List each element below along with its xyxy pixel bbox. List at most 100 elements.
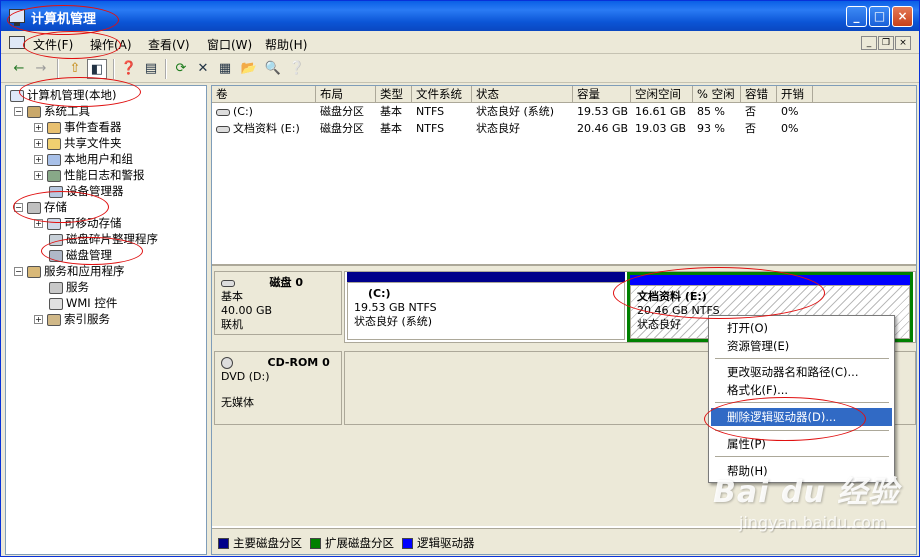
layout-cell: 磁盘分区: [320, 105, 364, 118]
mdi-close-button[interactable]: ×: [895, 36, 911, 50]
menu-open[interactable]: 打开(O): [711, 319, 892, 337]
menu-delete-logical-drive[interactable]: 删除逻辑驱动器(D)...: [711, 408, 892, 426]
expand-icon[interactable]: +: [34, 219, 43, 228]
close-button[interactable]: ×: [892, 6, 913, 27]
expand-icon[interactable]: +: [34, 171, 43, 180]
forward-icon[interactable]: →: [31, 59, 51, 79]
refresh-icon[interactable]: ⟳: [171, 59, 191, 79]
menu-separator: [715, 358, 889, 359]
toolbar-separator: [113, 59, 115, 79]
show-tree-icon[interactable]: ◧: [87, 59, 107, 79]
open-icon[interactable]: 📂: [239, 59, 259, 79]
tree-item-performance-logs[interactable]: + 性能日志和警报: [34, 167, 145, 183]
maximize-button[interactable]: □: [869, 6, 890, 27]
legend-primary: 主要磁盘分区: [218, 535, 302, 551]
tree-item-removable-storage[interactable]: + 可移动存储: [34, 215, 122, 231]
minimize-button[interactable]: _: [846, 6, 867, 27]
export-list-icon[interactable]: ▤: [141, 59, 161, 79]
col-status[interactable]: 状态: [472, 86, 573, 103]
col-fault-tolerance[interactable]: 容错: [741, 86, 777, 103]
computer-management-window: 计算机管理 _ □ × 文件(F) 操作(A) 查看(V) 窗口(W) 帮助(H…: [0, 0, 920, 557]
col-layout[interactable]: 布局: [316, 86, 376, 103]
menu-action[interactable]: 操作(A): [90, 36, 132, 53]
col-type[interactable]: 类型: [376, 86, 412, 103]
menu-properties[interactable]: 属性(P): [711, 435, 892, 453]
volume-row[interactable]: 文档资料 (E:) 磁盘分区 基本 NTFS 状态良好 20.46 GB 19.…: [212, 120, 916, 137]
col-free-space[interactable]: 空闲空间: [631, 86, 693, 103]
disk-0-status: 联机: [221, 318, 243, 331]
fault-tolerance-cell: 否: [745, 122, 756, 135]
menu-format[interactable]: 格式化(F)...: [711, 381, 892, 399]
mdi-restore-button[interactable]: ❐: [878, 36, 894, 50]
tree-item-event-viewer[interactable]: + 事件查看器: [34, 119, 122, 135]
percent-free-cell: 85 %: [697, 105, 725, 118]
legend-swatch: [310, 538, 321, 549]
toolbar-separator: [165, 59, 167, 79]
volume-list-header: 卷 布局 类型 文件系统 状态 容量 空闲空间 % 空闲 容错 开销: [212, 86, 916, 103]
col-capacity[interactable]: 容量: [573, 86, 631, 103]
context-menu: 打开(O) 资源管理(E) 更改驱动器名和路径(C)... 格式化(F)... …: [708, 315, 895, 483]
wmi-icon: [49, 297, 63, 310]
tree-item-disk-management[interactable]: 磁盘管理: [49, 247, 112, 263]
menu-view[interactable]: 查看(V): [148, 36, 190, 53]
gear-icon: [49, 281, 63, 294]
col-percent-free[interactable]: % 空闲: [693, 86, 741, 103]
title-bar[interactable]: 计算机管理 _ □ ×: [1, 1, 919, 31]
partition-c-size: 19.53 GB NTFS: [354, 301, 437, 314]
cdrom-0-label[interactable]: CD-ROM 0 DVD (D:) 无媒体: [214, 351, 342, 425]
collapse-icon[interactable]: −: [14, 203, 23, 212]
tree-item-system-tools[interactable]: − 系统工具: [14, 103, 90, 119]
disk-0-label[interactable]: 磁盘 0 基本 40.00 GB 联机: [214, 271, 342, 335]
toolbar: ← → ⇧ ◧ ❓ ▤ ⟳ ✕ ▦ 📂 🔍 ❔: [1, 55, 919, 83]
mmc-icon[interactable]: [9, 36, 25, 49]
expand-icon[interactable]: +: [34, 155, 43, 164]
menu-file[interactable]: 文件(F): [33, 36, 73, 53]
type-cell: 基本: [380, 122, 402, 135]
type-cell: 基本: [380, 105, 402, 118]
partition-c[interactable]: (C:) 19.53 GB NTFS 状态良好 (系统): [347, 272, 625, 340]
toolbar-separator: [57, 59, 59, 79]
properties-icon[interactable]: ❓: [119, 59, 139, 79]
tree-item-defragmenter[interactable]: 磁盘碎片整理程序: [49, 231, 158, 247]
menu-separator: [715, 402, 889, 403]
collapse-icon[interactable]: −: [14, 267, 23, 276]
menu-change-drive-letter[interactable]: 更改驱动器名和路径(C)...: [711, 363, 892, 381]
menu-window[interactable]: 窗口(W): [207, 36, 252, 53]
tree-item-root[interactable]: 计算机管理(本地): [10, 87, 116, 103]
menu-help[interactable]: 帮助(H): [265, 36, 307, 53]
partition-e-name: 文档资料 (E:): [637, 290, 707, 303]
mdi-minimize-button[interactable]: _: [861, 36, 877, 50]
fault-tolerance-cell: 否: [745, 105, 756, 118]
legend-logical: 逻辑驱动器: [402, 535, 475, 551]
delete-icon[interactable]: ✕: [193, 59, 213, 79]
col-volume[interactable]: 卷: [212, 86, 316, 103]
property-sheet-icon[interactable]: ▦: [215, 59, 235, 79]
tree-item-storage[interactable]: − 存储: [14, 199, 67, 215]
expand-icon[interactable]: +: [34, 315, 43, 324]
shared-folder-icon: [47, 137, 61, 150]
col-filesystem[interactable]: 文件系统: [412, 86, 472, 103]
up-folder-icon[interactable]: ⇧: [65, 59, 85, 79]
layout-cell: 磁盘分区: [320, 122, 364, 135]
help-icon[interactable]: ❔: [287, 59, 307, 79]
search-icon[interactable]: 🔍: [263, 59, 283, 79]
tree-item-wmi[interactable]: WMI 控件: [49, 295, 117, 311]
tree-item-shared-folders[interactable]: + 共享文件夹: [34, 135, 122, 151]
tree-item-services[interactable]: 服务: [49, 279, 89, 295]
col-overhead[interactable]: 开销: [777, 86, 813, 103]
menu-explore[interactable]: 资源管理(E): [711, 337, 892, 355]
menu-separator: [715, 456, 889, 457]
collapse-icon[interactable]: −: [14, 107, 23, 116]
volume-row[interactable]: (C:) 磁盘分区 基本 NTFS 状态良好 (系统) 19.53 GB 16.…: [212, 103, 916, 120]
back-icon[interactable]: ←: [9, 59, 29, 79]
tools-icon: [27, 105, 41, 118]
storage-icon: [27, 201, 41, 214]
legend-swatch: [218, 538, 229, 549]
expand-icon[interactable]: +: [34, 139, 43, 148]
tree-item-services-apps[interactable]: − 服务和应用程序: [14, 263, 125, 279]
disk-0-size: 40.00 GB: [221, 304, 273, 317]
tree-item-local-users[interactable]: + 本地用户和组: [34, 151, 133, 167]
expand-icon[interactable]: +: [34, 123, 43, 132]
tree-item-device-manager[interactable]: 设备管理器: [49, 183, 124, 199]
tree-item-indexing[interactable]: + 索引服务: [34, 311, 110, 327]
